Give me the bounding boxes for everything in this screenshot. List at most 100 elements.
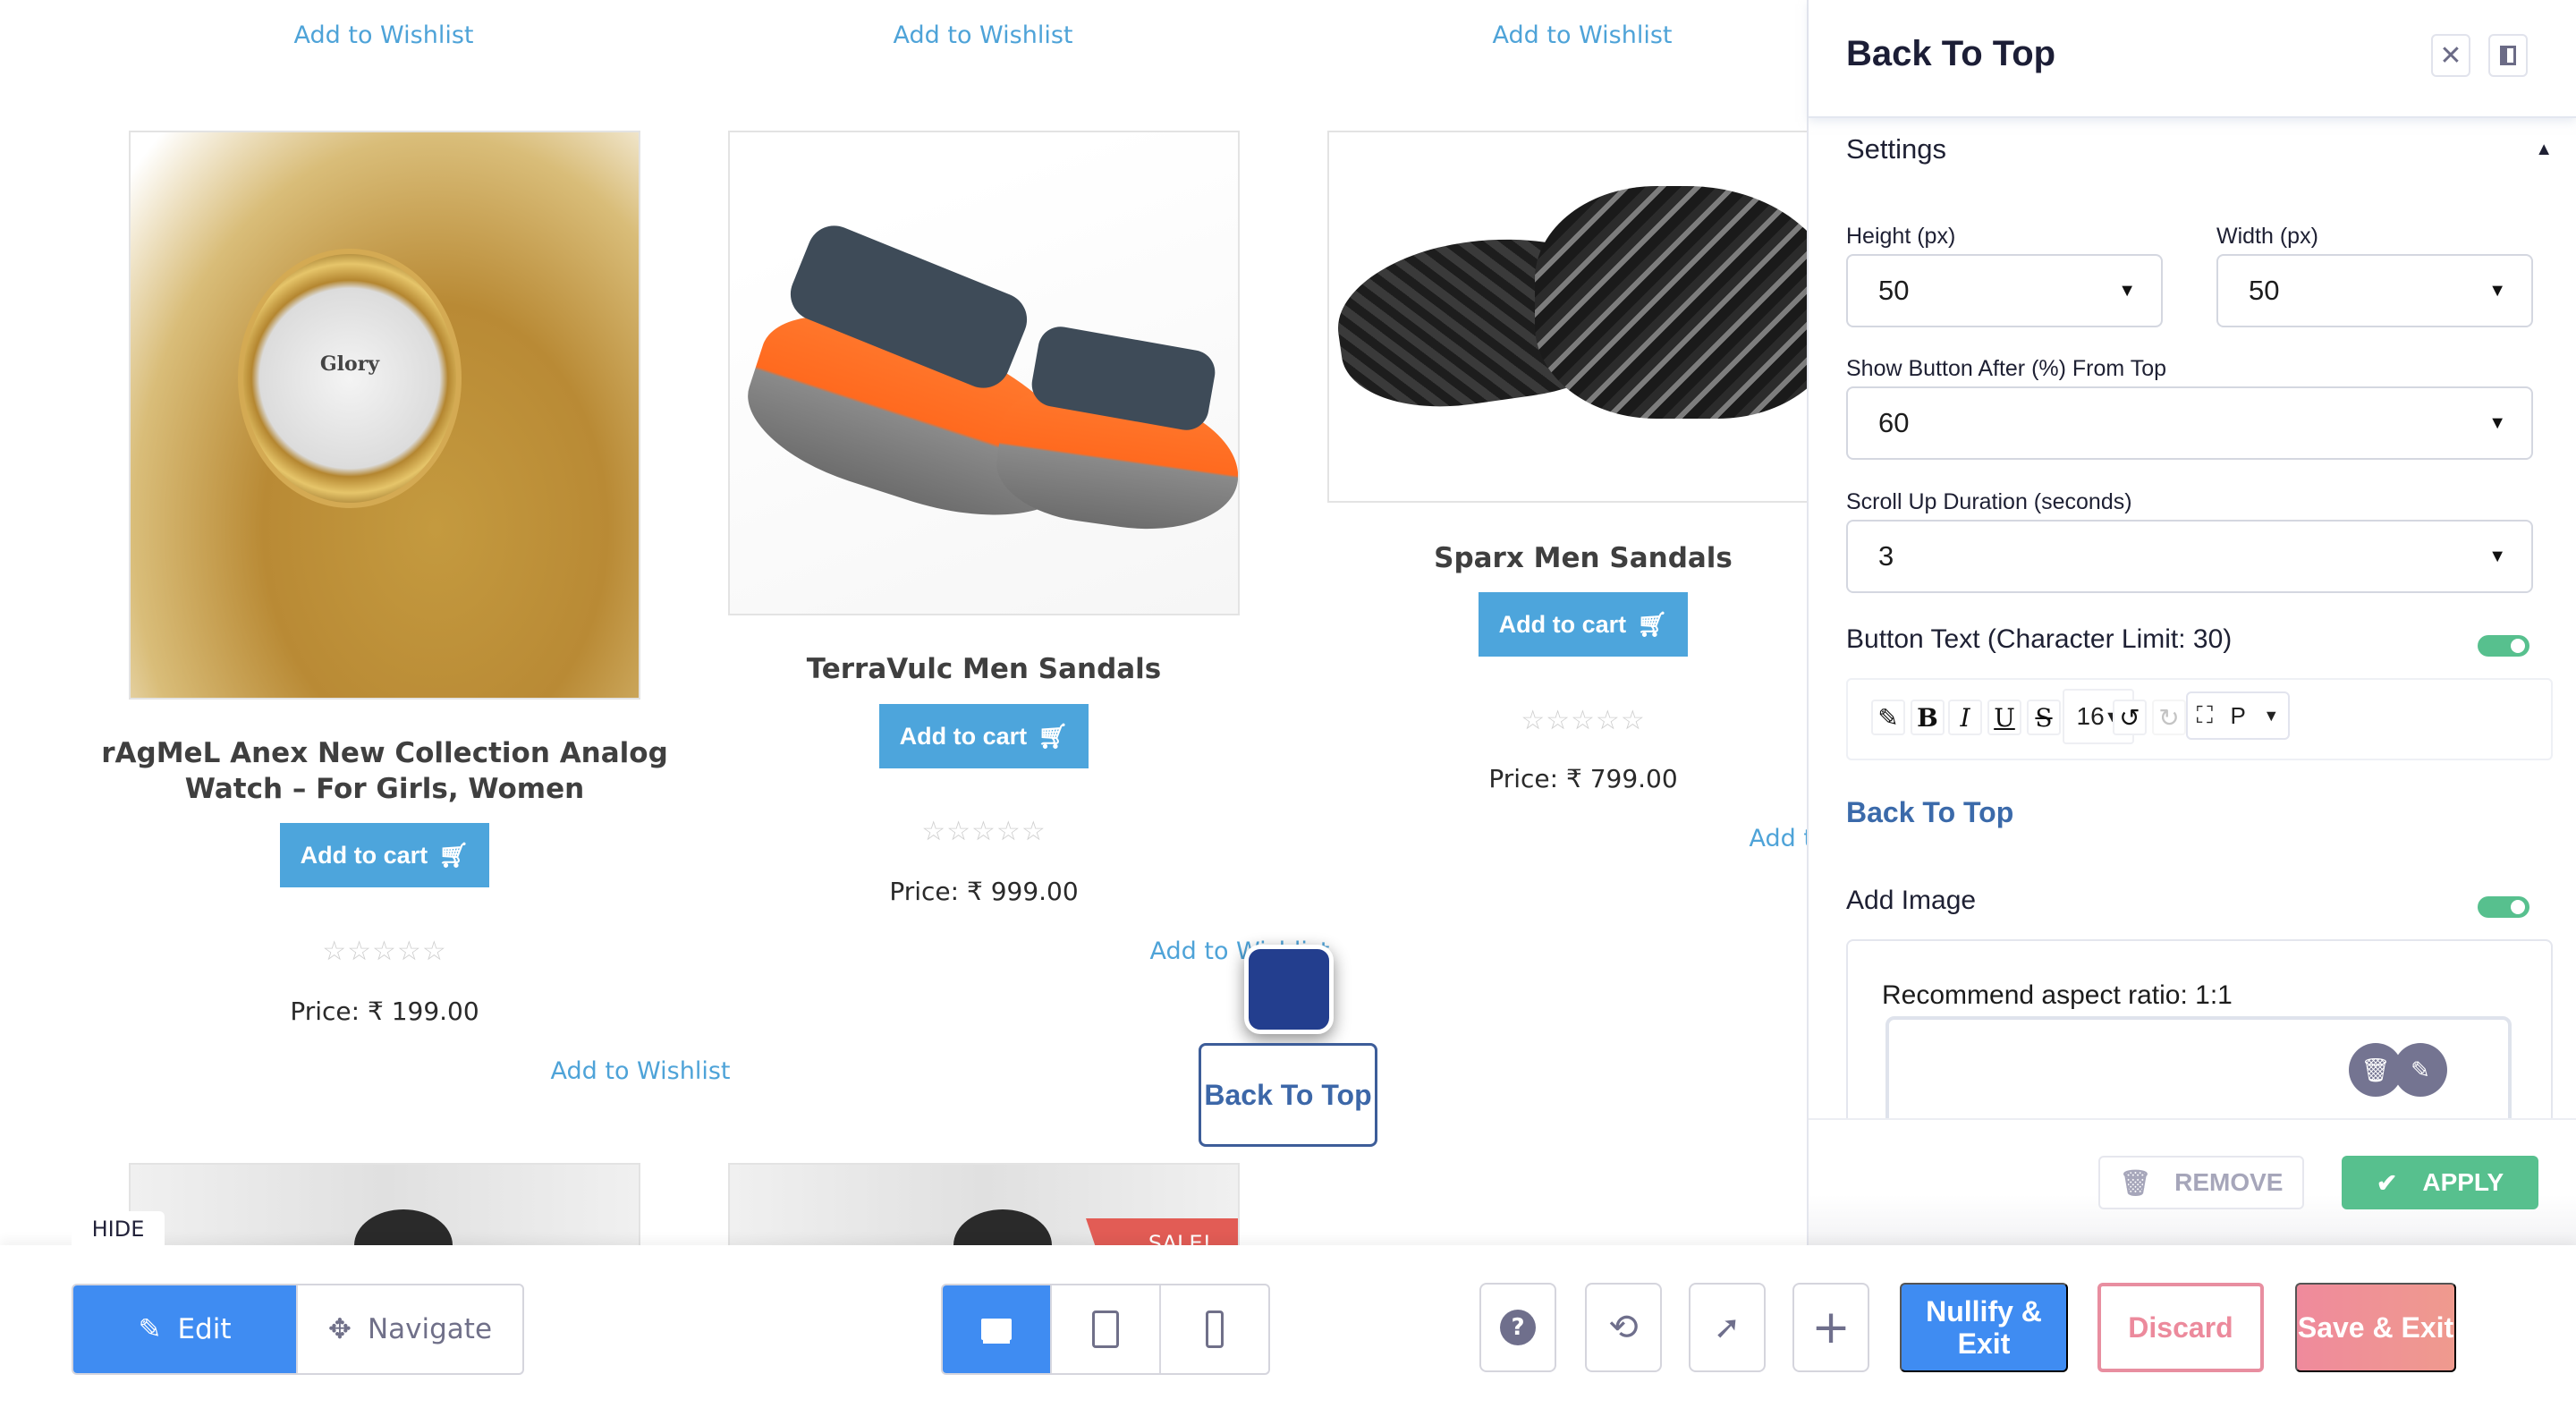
help-button[interactable]: ? [1479, 1283, 1556, 1372]
price-value: ₹ 199.00 [367, 997, 479, 1026]
hide-toolbar-tab[interactable]: HIDE [72, 1211, 165, 1247]
watch-face: Glory [238, 249, 462, 508]
rating-stars: ☆☆☆☆☆ [322, 936, 447, 967]
price-value: ₹ 999.00 [966, 877, 1079, 906]
add-to-cart-button[interactable]: Add to cart 🛒︎ [280, 823, 489, 887]
add-to-cart-label: Add to cart [1498, 610, 1627, 638]
product-image[interactable]: Glory [129, 131, 640, 700]
cursor-click-icon: ➚ [1713, 1309, 1741, 1346]
editor-stage: Add to Wishlist Add to Wishlist Add to W… [0, 0, 2576, 1408]
dropdown-arrow-icon: ▼ [2488, 280, 2506, 301]
edit-label: Edit [177, 1313, 232, 1345]
back-to-top-icon-preview[interactable] [1244, 945, 1334, 1034]
button-text-label: Button Text (Character Limit: 30) [1846, 624, 2233, 654]
mode-toggle: ✎ Edit ✥ Navigate [72, 1284, 524, 1375]
product-title[interactable]: TerraVulc Men Sandals [692, 651, 1275, 687]
show-after-value: 60 [1878, 407, 1910, 438]
add-image-label: Add Image [1846, 886, 1977, 915]
dropdown-arrow-icon: ▼ [2118, 280, 2136, 301]
scroll-duration-value: 3 [1878, 540, 1894, 572]
dropdown-arrow-icon: ▼ [2488, 546, 2506, 566]
nullify-exit-button[interactable]: Nullify & Exit [1900, 1283, 2068, 1372]
help-icon: ? [1500, 1310, 1536, 1345]
save-exit-button[interactable]: Save & Exit [2295, 1283, 2456, 1372]
discard-button[interactable]: Discard [2097, 1283, 2264, 1372]
strikethrough-icon[interactable]: S [2027, 700, 2061, 735]
panel-title: Back To Top [1846, 34, 2056, 73]
dock-panel-icon[interactable] [2488, 34, 2528, 77]
add-to-cart-label: Add to cart [300, 841, 428, 869]
button-text-input[interactable]: Back To Top [1846, 796, 2013, 829]
show-after-select[interactable]: 60 ▼ [1846, 386, 2533, 460]
mobile-view-button[interactable] [1161, 1285, 1268, 1373]
desktop-view-button[interactable] [943, 1285, 1052, 1373]
move-icon: ✥ [327, 1313, 352, 1345]
check-icon: ✔ [2376, 1168, 2398, 1197]
tag-value: P [2230, 701, 2246, 729]
add-to-cart-label: Add to cart [899, 722, 1028, 750]
edit-image-icon[interactable]: ✎ [2394, 1043, 2447, 1097]
add-to-cart-button[interactable]: Add to cart 🛒︎ [1479, 592, 1688, 657]
cart-icon: 🛒︎ [1637, 611, 1668, 638]
scroll-duration-select[interactable]: 3 ▼ [1846, 520, 2533, 593]
history-button[interactable]: ⟲ [1585, 1283, 1662, 1372]
add-element-button[interactable]: + [1792, 1283, 1869, 1372]
add-to-cart-button[interactable]: Add to cart 🛒︎ [879, 704, 1089, 768]
wishlist-link[interactable]: Add to Wishlist [1327, 21, 1837, 49]
width-label: Width (px) [2216, 224, 2318, 249]
navigate-label: Navigate [367, 1313, 493, 1345]
laptop-icon [981, 1319, 1012, 1340]
italic-icon[interactable]: I [1948, 700, 1982, 735]
tag-icon: ⛶ [2196, 701, 2213, 728]
settings-section-header[interactable]: Settings ▲ [1846, 129, 2553, 170]
product-price: Price: ₹ 799.00 [1327, 764, 1839, 793]
close-icon[interactable]: ✕ [2431, 34, 2470, 77]
price-label: Price: [889, 877, 960, 906]
undo-icon[interactable]: ↺ [2113, 700, 2147, 735]
dropdown-arrow-icon: ▼ [2263, 706, 2280, 725]
edit-mode-button[interactable]: ✎ Edit [73, 1285, 298, 1373]
price-value: ₹ 799.00 [1565, 764, 1678, 793]
settings-panel: Back To Top ✕ Settings ▲ Height (px) 50 … [1807, 0, 2576, 1261]
height-label: Height (px) [1846, 224, 1956, 249]
remove-button[interactable]: 🗑︎ REMOVE [2098, 1156, 2304, 1209]
aspect-ratio-note: Recommend aspect ratio: 1:1 [1882, 980, 2233, 1010]
bold-icon[interactable]: B [1911, 700, 1945, 735]
product-title[interactable]: Sparx Men Sandals [1292, 540, 1875, 576]
tablet-view-button[interactable] [1052, 1285, 1161, 1373]
product-image[interactable] [1327, 131, 1810, 503]
cart-icon: 🛒︎ [1038, 723, 1069, 750]
device-toggle [941, 1284, 1270, 1375]
caret-up-icon: ▲ [2535, 139, 2553, 159]
text-color-icon[interactable]: ✎ [1871, 700, 1905, 735]
price-label: Price: [290, 997, 360, 1026]
height-select[interactable]: 50 ▼ [1846, 254, 2163, 327]
tablet-icon [1092, 1310, 1119, 1348]
navigate-mode-button[interactable]: ✥ Navigate [298, 1285, 522, 1373]
width-select[interactable]: 50 ▼ [2216, 254, 2533, 327]
product-price: Price: ₹ 999.00 [728, 877, 1240, 906]
add-image-toggle[interactable] [2478, 896, 2529, 918]
redo-icon[interactable]: ↻ [2152, 700, 2186, 735]
select-element-button[interactable]: ➚ [1689, 1283, 1766, 1372]
mobile-icon [1206, 1310, 1224, 1348]
rating-stars: ☆☆☆☆☆ [921, 816, 1046, 847]
wishlist-link[interactable]: Add to Wishlist [984, 937, 1496, 965]
tag-select[interactable]: ⛶ P ▼ [2186, 691, 2290, 740]
underline-icon[interactable]: U [1987, 700, 2021, 735]
watch-brand-text: Glory [319, 352, 380, 376]
wishlist-link[interactable]: Add to Wishlist [129, 21, 639, 49]
settings-section-label: Settings [1846, 133, 1947, 165]
apply-button[interactable]: ✔ APPLY [2342, 1156, 2538, 1209]
wishlist-link[interactable]: Add to Wishlist [385, 1057, 896, 1085]
button-text-toggle[interactable] [2478, 635, 2529, 657]
back-to-top-button-preview[interactable]: Back To Top [1199, 1043, 1377, 1147]
wishlist-link[interactable]: Add to Wishlist [728, 21, 1238, 49]
font-size-value: 16 [2076, 702, 2105, 730]
product-title[interactable]: rAgMeL Anex New Collection Analog Watch … [93, 735, 676, 807]
price-label: Price: [1488, 764, 1559, 793]
product-image[interactable] [728, 131, 1240, 615]
pencil-icon: ✎ [138, 1313, 162, 1345]
cart-icon: 🛒︎ [438, 842, 470, 869]
trash-icon: 🗑︎ [2119, 1168, 2152, 1197]
